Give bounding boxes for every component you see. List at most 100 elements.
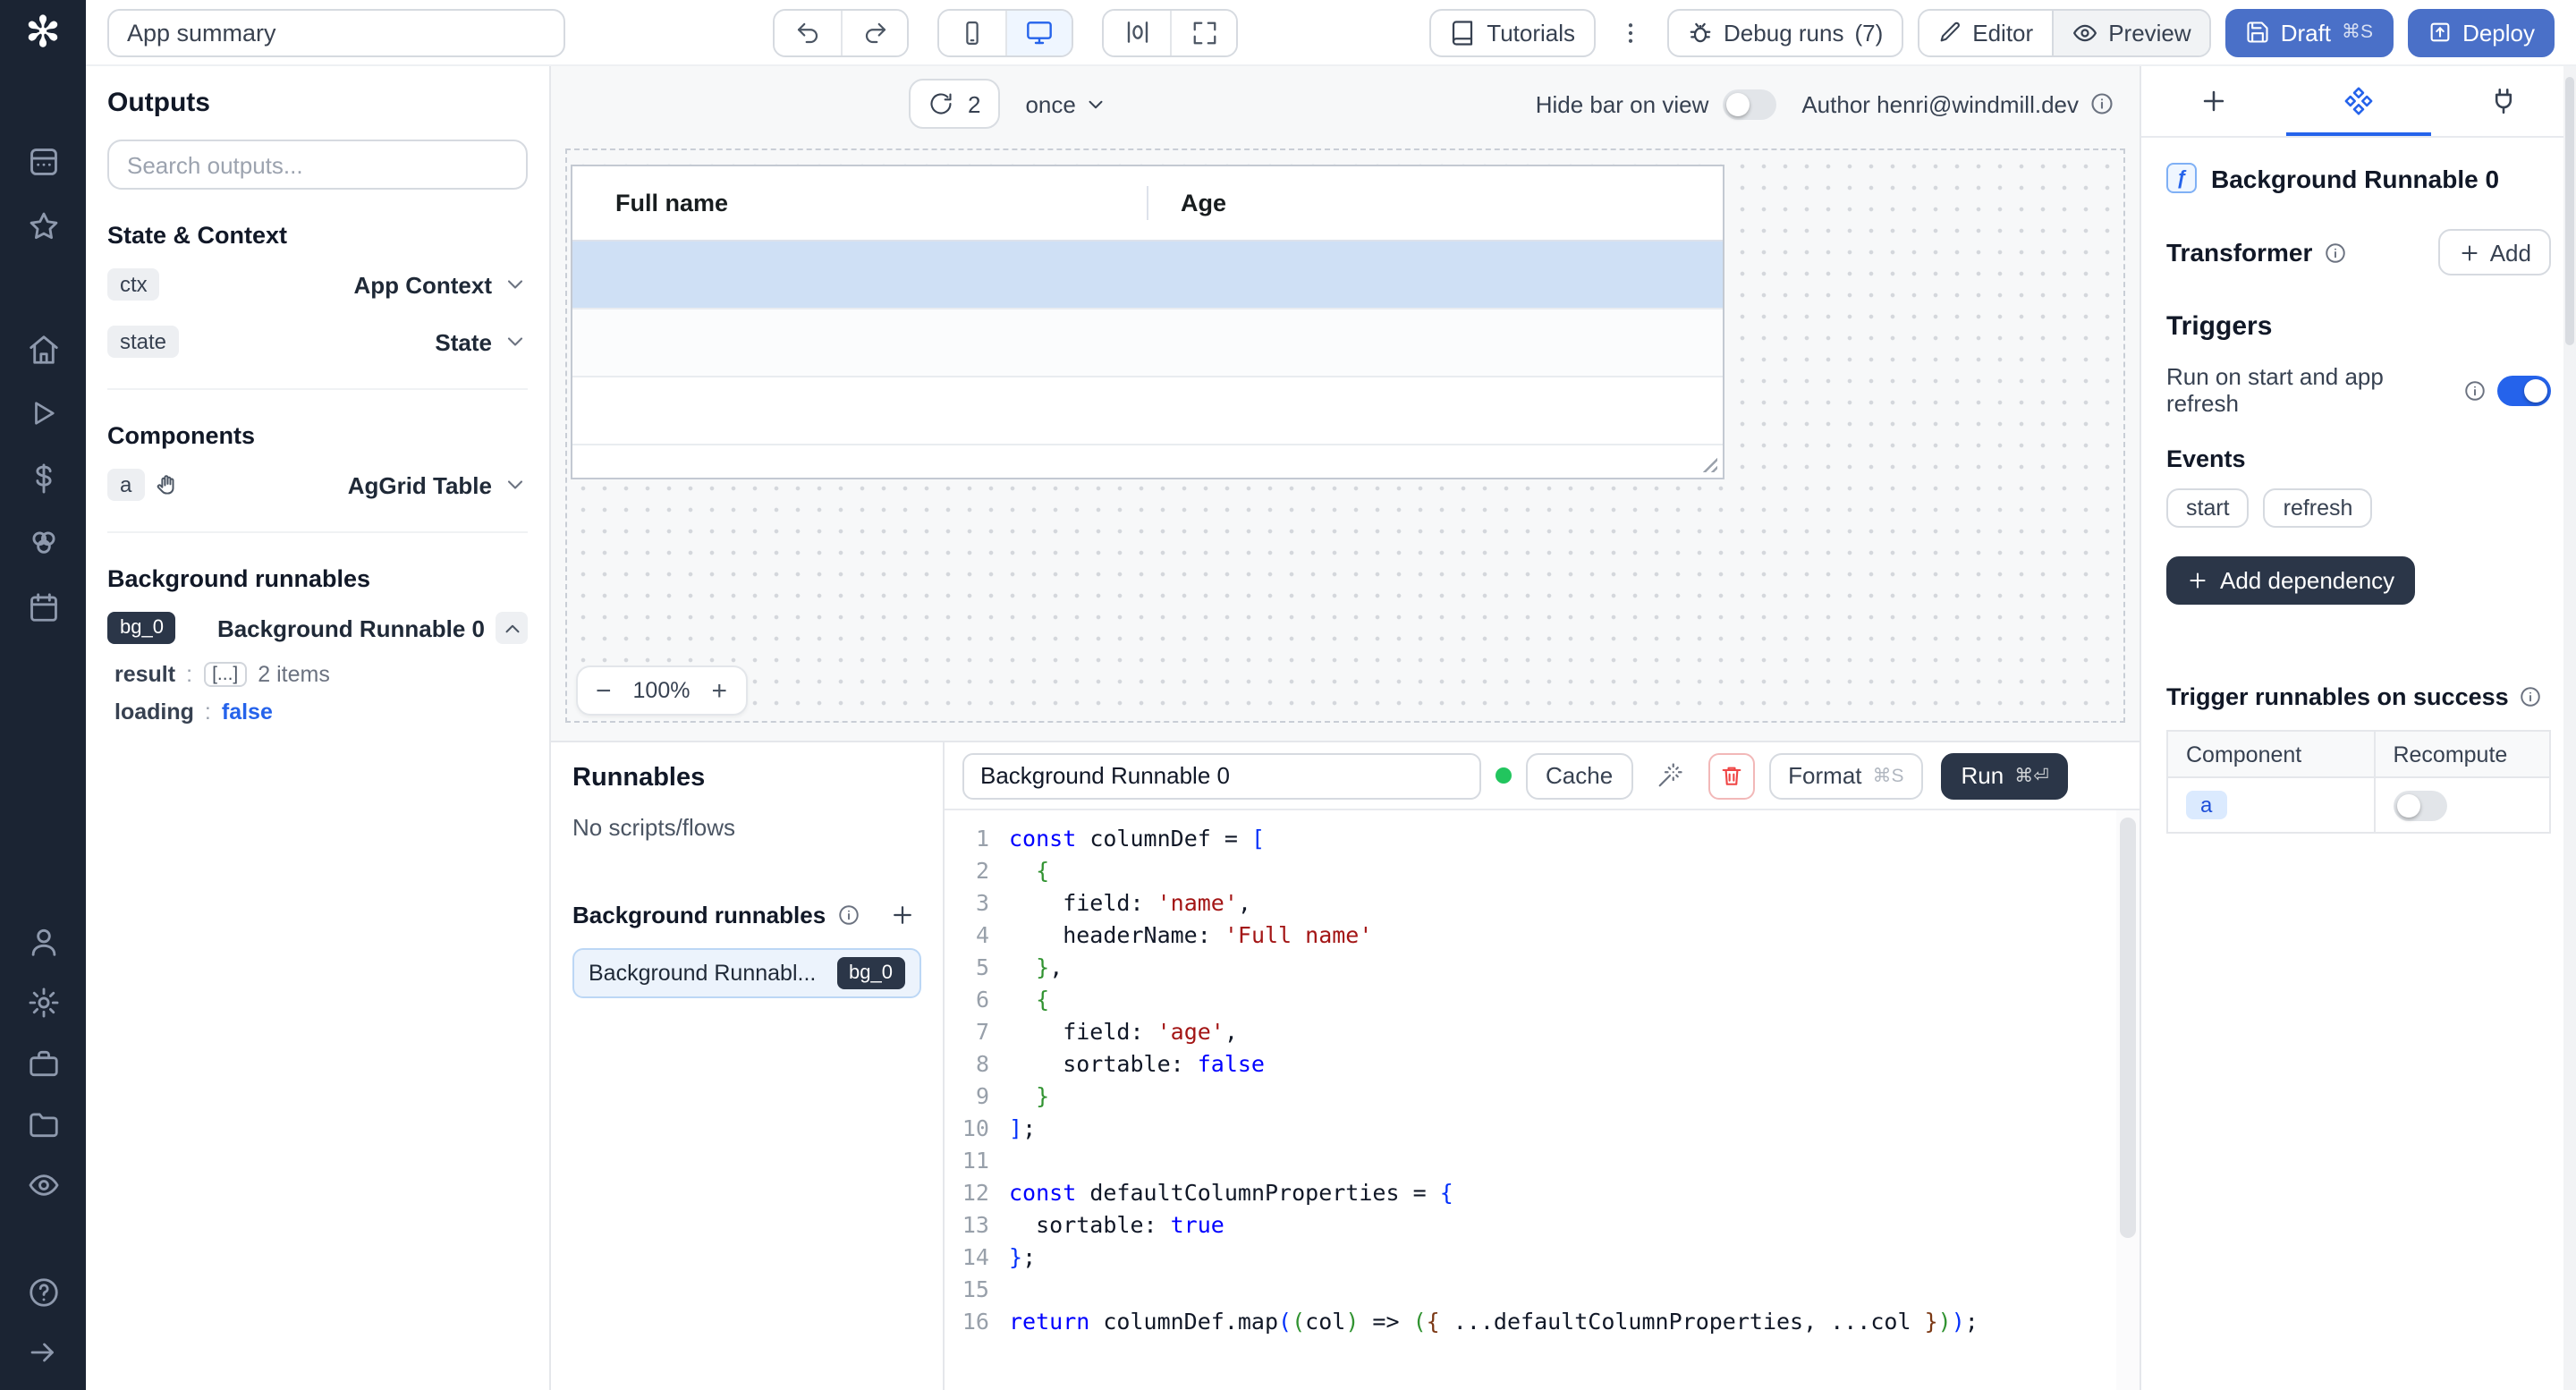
events-title: Events — [2166, 445, 2246, 472]
chevron-down-icon[interactable] — [503, 329, 528, 354]
info-icon[interactable] — [2520, 685, 2543, 708]
page-scrollbar-thumb[interactable] — [2565, 77, 2574, 345]
bg0-badge: bg_0 — [107, 612, 176, 644]
info-icon[interactable] — [2323, 241, 2346, 264]
deploy-button[interactable]: Deploy — [2407, 8, 2555, 56]
debug-runs-button[interactable]: Debug runs (7) — [1666, 8, 1902, 56]
more-menu-icon[interactable] — [1609, 8, 1652, 56]
runnable-name-input[interactable] — [962, 752, 1481, 799]
info-icon[interactable] — [2463, 378, 2487, 402]
fullscreen-icon[interactable] — [1170, 10, 1236, 55]
zoom-out-button[interactable]: − — [596, 677, 612, 704]
runnable-settings-panel: ƒ Background Runnable 0 Transformer Add … — [2140, 66, 2576, 1390]
chevron-down-icon — [1085, 92, 1108, 115]
info-icon[interactable] — [836, 903, 860, 926]
trigger-runnables-table: Component Recompute a — [2166, 730, 2551, 834]
zoom-control: − 100% + — [576, 665, 747, 716]
background-runnable-item[interactable]: Background Runnabl... bg_0 — [572, 948, 921, 998]
folders-icon[interactable] — [23, 1104, 63, 1143]
bg0-label: Background Runnable 0 — [217, 614, 485, 641]
state-label: State — [435, 328, 492, 355]
windmill-logo-icon[interactable]: ✻ — [25, 11, 61, 57]
output-row-bg0[interactable]: bg_0 Background Runnable 0 — [107, 606, 528, 649]
expand-sidebar-icon[interactable] — [23, 1333, 63, 1372]
settings-gear-icon[interactable] — [23, 982, 63, 1021]
runs-icon[interactable] — [23, 394, 63, 433]
chevron-down-icon[interactable] — [503, 272, 528, 297]
tab-insert-component[interactable] — [2141, 66, 2286, 136]
refresh-count: 2 — [968, 90, 980, 117]
delete-runnable-button[interactable] — [1707, 752, 1754, 799]
search-outputs-input[interactable] — [107, 140, 528, 190]
resources-icon[interactable] — [23, 522, 63, 562]
chevron-down-icon[interactable] — [503, 472, 528, 497]
mobile-view-button[interactable] — [939, 10, 1005, 55]
aggrid-table-component[interactable]: Full name Age — [571, 165, 1724, 479]
add-background-runnable-button[interactable] — [882, 894, 921, 934]
outputs-title: Outputs — [107, 88, 528, 118]
background-runnables-title: Background runnables — [107, 565, 528, 592]
preview-label: Preview — [2108, 19, 2191, 46]
code-editor[interactable]: 12345678910111213141516 const columnDef … — [945, 810, 2140, 1390]
component-a-label: AgGrid Table — [348, 471, 492, 498]
tab-component-settings[interactable] — [2286, 66, 2431, 136]
code-content[interactable]: const columnDef = [ { field: 'name', hea… — [1009, 823, 2140, 1390]
table-row-selected — [572, 242, 1723, 309]
preview-tab[interactable]: Preview — [2051, 10, 2209, 55]
ctx-badge: ctx — [107, 268, 160, 301]
variables-icon[interactable] — [23, 458, 63, 497]
run-button[interactable]: Run ⌘⏎ — [1942, 752, 2069, 799]
result-expand-badge[interactable]: [...] — [203, 662, 247, 687]
resize-grip[interactable] — [1699, 454, 1717, 472]
add-dependency-button[interactable]: Add dependency — [2166, 556, 2414, 605]
runnables-title: Runnables — [572, 764, 921, 792]
interval-select[interactable]: once — [1025, 90, 1107, 117]
app-summary-input[interactable] — [107, 8, 565, 56]
home-icon[interactable] — [23, 329, 63, 369]
runnable-title-row: ƒ Background Runnable 0 — [2166, 163, 2551, 193]
format-button[interactable]: Format ⌘S — [1768, 752, 1923, 799]
author-row: Author henri@windmill.dev — [1801, 90, 2114, 117]
page-scrollbar-track — [2563, 66, 2576, 1390]
outputs-panel: Outputs State & Context ctx App Context … — [86, 66, 551, 1390]
desktop-view-button[interactable] — [1005, 10, 1072, 55]
refresh-all-button[interactable]: 2 — [909, 79, 1000, 129]
recompute-toggle[interactable] — [2393, 790, 2446, 820]
runnable-code-icon: ƒ — [2166, 163, 2197, 193]
background-runnables-section-title: Background runnables — [572, 901, 826, 928]
schedules-icon[interactable] — [23, 587, 63, 626]
components-title: Components — [107, 422, 528, 449]
hide-bar-toggle[interactable] — [1723, 89, 1776, 119]
run-on-start-toggle[interactable] — [2497, 375, 2551, 405]
ai-wand-icon[interactable] — [1647, 752, 1693, 799]
workers-icon[interactable] — [23, 1043, 63, 1082]
author-label: Author henri@windmill.dev — [1801, 90, 2079, 117]
tutorials-button[interactable]: Tutorials — [1429, 8, 1595, 56]
add-transformer-button[interactable]: Add — [2438, 229, 2551, 275]
output-row-component-a[interactable]: a AgGrid Table — [107, 463, 528, 506]
cache-button[interactable]: Cache — [1526, 752, 1632, 799]
center-component-icon[interactable] — [1104, 10, 1170, 55]
runnables-list-panel: Runnables No scripts/flows Background ru… — [551, 742, 945, 1390]
output-row-ctx[interactable]: ctx App Context — [107, 263, 528, 306]
table-footer — [572, 445, 1723, 478]
draft-button[interactable]: Draft ⌘S — [2225, 8, 2393, 56]
loading-value: false — [222, 699, 273, 725]
tab-connections[interactable] — [2431, 66, 2576, 136]
canvas-toolbar: 2 once Hide bar on view Author henri@win… — [551, 66, 2140, 141]
info-icon[interactable] — [2089, 91, 2114, 116]
users-icon[interactable] — [23, 921, 63, 961]
apps-icon[interactable] — [23, 141, 63, 181]
editor-scrollbar-thumb[interactable] — [2120, 818, 2136, 1238]
zoom-in-button[interactable]: + — [712, 677, 728, 704]
undo-button[interactable] — [775, 10, 841, 55]
favorites-star-icon[interactable] — [23, 206, 63, 245]
state-badge: state — [107, 326, 179, 358]
audit-logs-eye-icon[interactable] — [23, 1165, 63, 1204]
help-icon[interactable] — [23, 1272, 63, 1311]
output-row-state[interactable]: state State — [107, 320, 528, 363]
editor-tab[interactable]: Editor — [1919, 10, 2051, 55]
redo-button[interactable] — [841, 10, 907, 55]
chevron-up-icon[interactable] — [496, 612, 528, 644]
trigger-table-row: a — [2168, 778, 2549, 832]
